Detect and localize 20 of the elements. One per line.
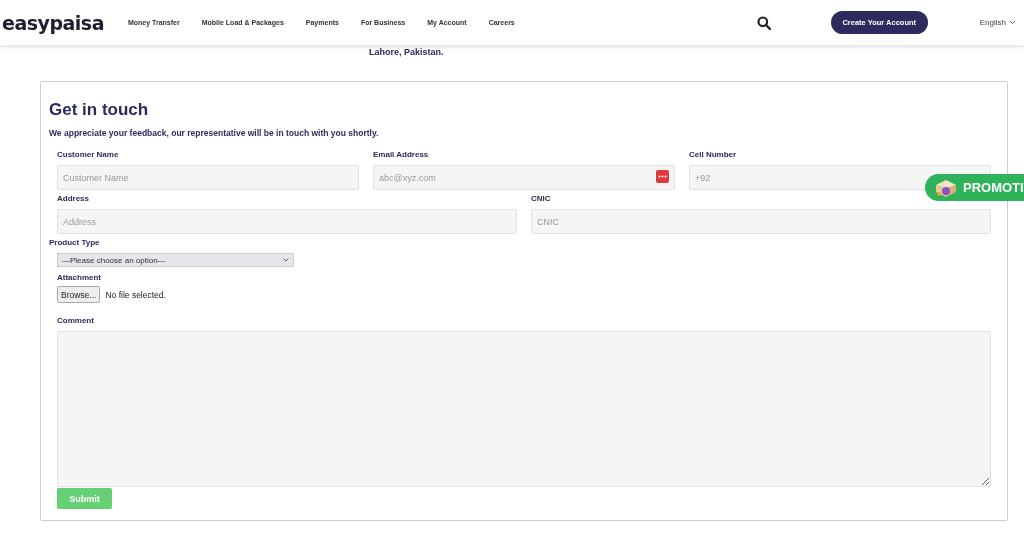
field-label: Customer Name (57, 150, 120, 159)
field-label: Comment (57, 316, 95, 325)
product-type-dropdown[interactable]: —Please choose an option— (57, 253, 294, 267)
field-label: Cell Number (689, 150, 738, 159)
field-label: Attachment (57, 273, 102, 282)
field-label: Address (57, 194, 90, 203)
form-subtitle: We appreciate your feedback, our representative will be in touch with you shortly. (49, 128, 380, 138)
language-selector[interactable]: English (979, 18, 1016, 27)
input-field[interactable]: Customer Name (57, 165, 359, 190)
address-text: Lahore, Pakistan. (369, 47, 444, 59)
input-field[interactable]: Address (57, 209, 517, 234)
field-label: CNIC (531, 194, 552, 203)
file-status: No file selected. (105, 289, 166, 300)
field-label: Email Address (373, 150, 430, 159)
input-field[interactable]: CNIC (531, 209, 991, 234)
input-field[interactable]: abc@xyz.com (373, 165, 675, 190)
field-label: Product Type (49, 238, 101, 247)
browse-button[interactable]: Browse... (57, 286, 101, 303)
logo[interactable]: easypaisa (2, 11, 104, 34)
form-title: Get in touch (49, 100, 150, 120)
